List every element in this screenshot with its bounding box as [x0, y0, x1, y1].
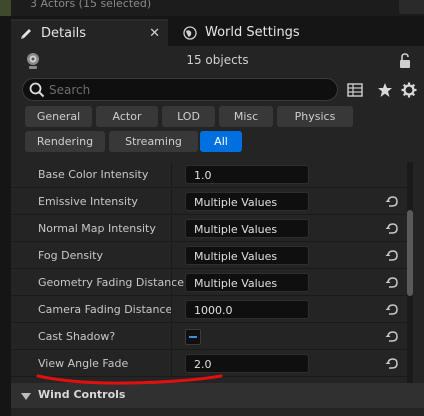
- property-label: Normal Map Intensity: [38, 222, 156, 235]
- property-row: Normal Map Intensity Multiple Values: [11, 216, 407, 242]
- filter-physics[interactable]: Physics: [277, 106, 353, 127]
- filter-actor[interactable]: Actor: [96, 106, 158, 127]
- red-underline-annotation: [36, 374, 223, 385]
- unlock-icon[interactable]: [398, 53, 412, 69]
- table-view-icon[interactable]: [346, 81, 363, 98]
- property-row: Emissive Intensity Multiple Values: [11, 189, 407, 215]
- search-icon: [29, 82, 45, 98]
- property-label: Geometry Fading Distance: [38, 276, 184, 289]
- property-value-field[interactable]: 1000.0: [185, 300, 309, 319]
- star-icon[interactable]: [376, 81, 393, 98]
- reset-to-default-icon[interactable]: [384, 356, 400, 372]
- property-row: Geometry Fading Distance Multiple Values: [11, 270, 407, 296]
- filter-rendering[interactable]: Rendering: [25, 131, 105, 152]
- property-label: View Angle Fade: [38, 357, 129, 370]
- pencil-icon: [19, 27, 33, 41]
- section-header-wind-controls[interactable]: Wind Controls: [11, 383, 424, 408]
- reset-to-default-icon[interactable]: [384, 275, 400, 291]
- property-label: Camera Fading Distance: [38, 303, 173, 316]
- filter-all[interactable]: All: [200, 131, 242, 152]
- reset-to-default-icon[interactable]: [384, 329, 400, 345]
- filter-general[interactable]: General: [25, 106, 92, 127]
- reset-to-default-icon[interactable]: [384, 302, 400, 318]
- close-icon[interactable]: ✕: [149, 26, 160, 41]
- gear-icon[interactable]: [400, 81, 417, 98]
- property-label: Emissive Intensity: [38, 195, 138, 208]
- filter-streaming[interactable]: Streaming: [109, 131, 198, 152]
- property-value-field[interactable]: 2.0: [185, 354, 309, 373]
- selection-summary: 3 Actors (15 selected): [30, 0, 152, 10]
- vertical-scrollbar[interactable]: [407, 162, 413, 408]
- object-count: 15 objects: [186, 53, 249, 67]
- property-label: Base Color Intensity: [38, 168, 149, 181]
- scrollbar-thumb[interactable]: [407, 210, 413, 296]
- property-row: Base Color Intensity 1.0: [11, 162, 407, 188]
- property-value-field[interactable]: Multiple Values: [185, 246, 309, 265]
- search-box[interactable]: [22, 78, 338, 101]
- tab-details[interactable]: Details ✕: [11, 19, 168, 46]
- property-row: Cast Shadow?: [11, 324, 407, 350]
- property-row: Camera Fading Distance 1000.0: [11, 297, 407, 323]
- tab-label: Details: [41, 26, 87, 41]
- tab-world-settings[interactable]: World Settings: [175, 19, 424, 46]
- property-label: Cast Shadow?: [38, 330, 116, 343]
- globe-icon: [183, 25, 197, 40]
- cast-shadow-checkbox[interactable]: [185, 329, 201, 345]
- viewport-edge: [0, 0, 11, 16]
- property-label: Fog Density: [38, 249, 103, 262]
- property-row: Fog Density Multiple Values: [11, 243, 407, 269]
- filter-lod[interactable]: LOD: [162, 106, 215, 127]
- section-label: Wind Controls: [38, 388, 126, 401]
- chevron-down-icon: [21, 391, 31, 400]
- search-row: [11, 77, 424, 103]
- reset-to-default-icon[interactable]: [384, 194, 400, 210]
- property-value-field[interactable]: 1.0: [185, 165, 309, 184]
- reset-to-default-icon[interactable]: [384, 221, 400, 237]
- window-top-strip: 3 Actors (15 selected): [0, 0, 424, 16]
- search-input[interactable]: [49, 81, 329, 99]
- filter-misc[interactable]: Misc: [219, 106, 273, 127]
- property-value-field[interactable]: Multiple Values: [185, 273, 309, 292]
- property-value-field[interactable]: Multiple Values: [185, 219, 309, 238]
- top-strip-button[interactable]: [399, 0, 424, 14]
- property-value-field[interactable]: Multiple Values: [185, 192, 309, 211]
- tab-label: World Settings: [205, 25, 300, 40]
- details-panel: 15 objects General Actor LOD Misc Physic…: [11, 46, 424, 416]
- reset-to-default-icon[interactable]: [384, 248, 400, 264]
- tab-bar: Details ✕ World Settings: [0, 16, 424, 46]
- details-header: 15 objects: [11, 46, 424, 76]
